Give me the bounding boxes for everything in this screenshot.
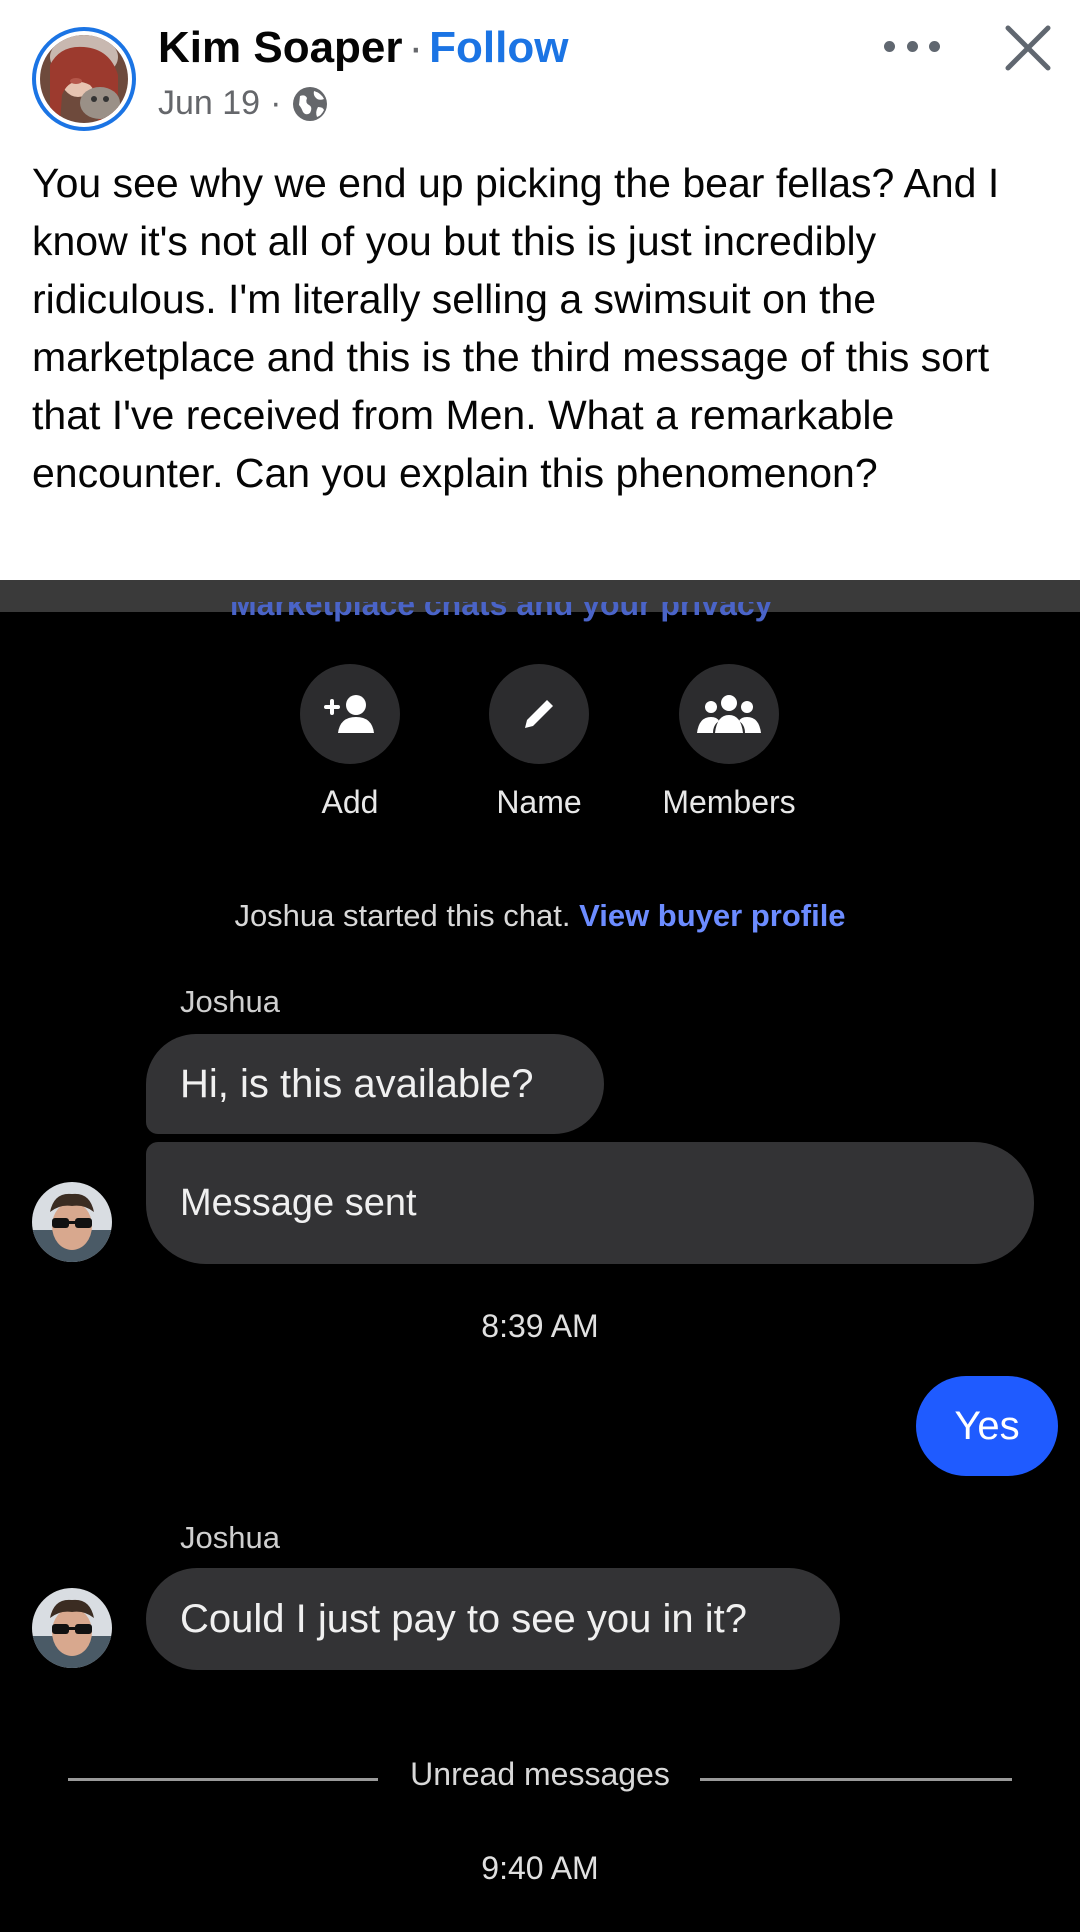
- sender-name: Joshua: [180, 1520, 280, 1555]
- author-avatar[interactable]: [32, 27, 136, 131]
- post-text: You see why we end up picking the bear f…: [32, 160, 1000, 496]
- divider-right: [700, 1778, 1012, 1781]
- cutoff-heading: Marketplace chats and your privacy: [230, 602, 773, 622]
- members-label: Members: [662, 784, 796, 820]
- separator: ·: [408, 23, 424, 72]
- name-label: Name: [496, 784, 582, 820]
- author-name[interactable]: Kim Soaper: [158, 23, 403, 72]
- chat-started-notice: Joshua started this chat. View buyer pro…: [0, 898, 1080, 934]
- add-person-icon: [300, 664, 400, 764]
- pencil-icon: [489, 664, 589, 764]
- author-row: Kim Soaper · Follow: [158, 22, 568, 74]
- buyer-avatar: [32, 1182, 112, 1262]
- post-header: Kim Soaper · Follow Jun 19 ·: [0, 0, 1080, 140]
- incoming-message: Could I just pay to see you in it?: [146, 1568, 840, 1670]
- started-text: Joshua started this chat.: [234, 898, 571, 933]
- incoming-message: Message sent: [146, 1142, 1034, 1264]
- members-icon: [679, 664, 779, 764]
- follow-button[interactable]: Follow: [429, 23, 568, 72]
- sender-name: Joshua: [180, 984, 280, 1019]
- add-label: Add: [321, 784, 379, 820]
- post-date[interactable]: Jun 19: [158, 84, 260, 123]
- globe-icon: [293, 86, 328, 121]
- members-action: Members: [649, 664, 809, 821]
- author-avatar-photo: [40, 35, 128, 123]
- more-options-icon[interactable]: [884, 24, 940, 68]
- add-action: Add: [270, 664, 430, 821]
- incoming-message: Hi, is this available?: [146, 1034, 604, 1134]
- unread-messages-label: Unread messages: [410, 1756, 670, 1792]
- name-action: Name: [459, 664, 619, 821]
- chat-screenshot-image[interactable]: Marketplace chats and your privacy Add N…: [0, 580, 1080, 1932]
- buyer-avatar: [32, 1588, 112, 1668]
- view-buyer-profile-link: View buyer profile: [579, 898, 846, 933]
- timestamp: 9:40 AM: [481, 1850, 599, 1886]
- outgoing-message: Yes: [916, 1376, 1058, 1476]
- timestamp: 8:39 AM: [481, 1308, 599, 1344]
- date-separator: ·: [270, 84, 282, 122]
- post-meta: Jun 19 ·: [158, 84, 329, 123]
- close-icon[interactable]: [1002, 22, 1054, 74]
